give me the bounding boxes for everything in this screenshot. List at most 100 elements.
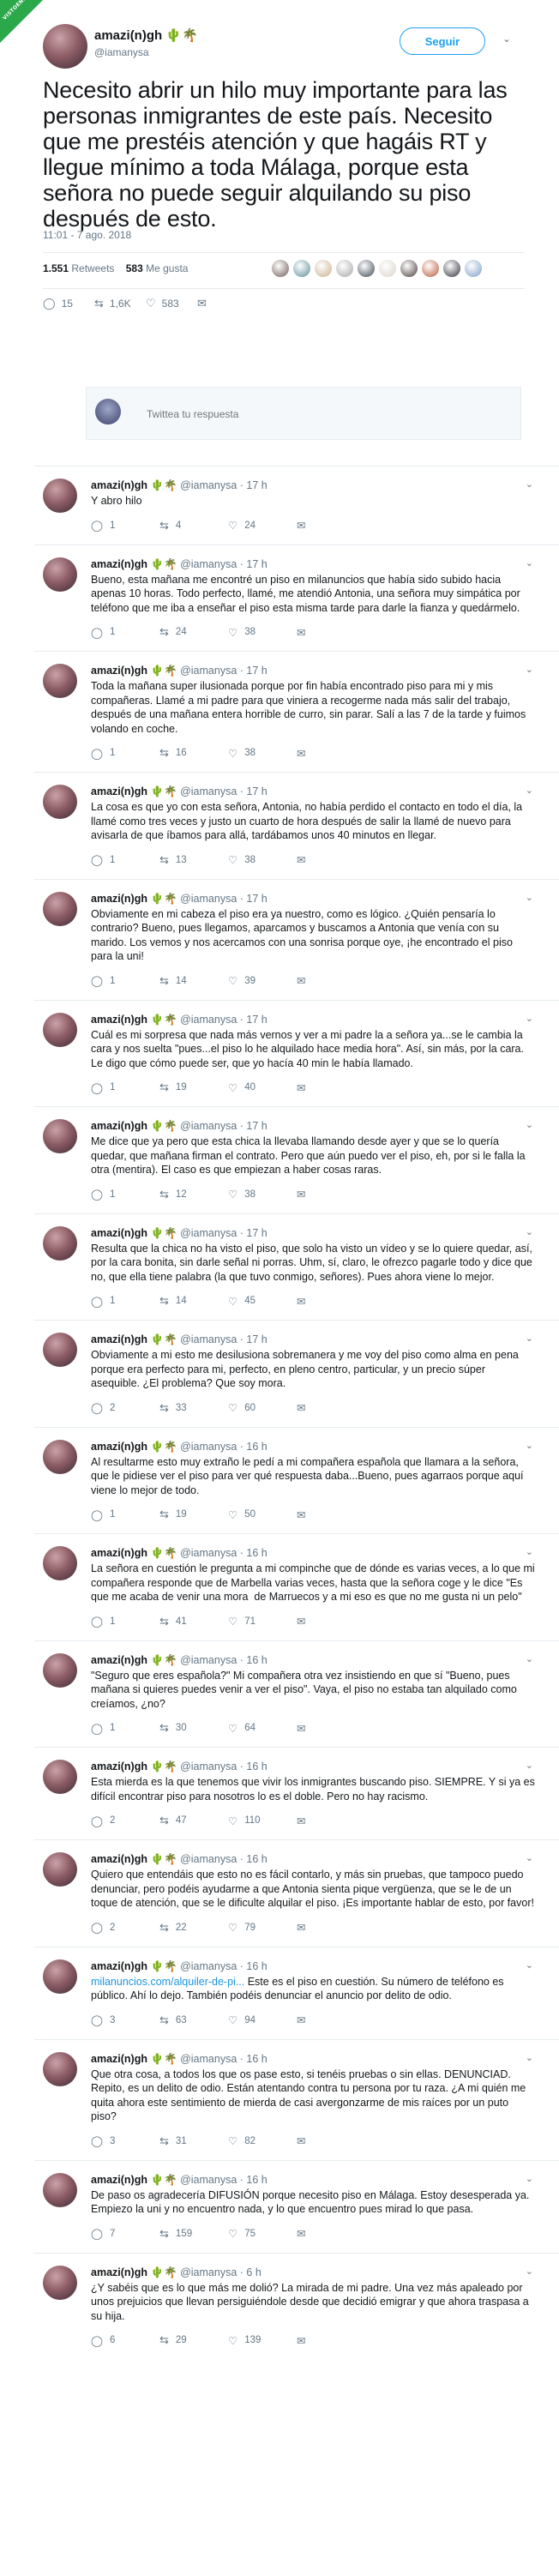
thread-tweet[interactable]: ⌄ amazi(n)gh 🌵🌴 @iamanysa · 16 h Al result… — [34, 1426, 559, 1534]
author-avatar[interactable] — [43, 664, 77, 698]
liker-avatar[interactable] — [421, 259, 440, 278]
reply-action[interactable]: ◯ 1 — [91, 853, 159, 867]
tweet-time[interactable]: 16 h — [246, 1853, 267, 1865]
chevron-down-icon[interactable]: ⌄ — [526, 2052, 533, 2063]
retweet-action[interactable]: ⇆ 1,6K — [94, 297, 146, 310]
tweet-time[interactable]: 17 h — [246, 665, 267, 677]
thread-tweet[interactable]: ⌄ amazi(n)gh 🌵🌴 @iamanysa · 17 h Obviament… — [34, 878, 559, 1000]
thread-tweet[interactable]: ⌄ amazi(n)gh 🌵🌴 @iamanysa · 16 h De paso o… — [34, 2159, 559, 2253]
author-avatar[interactable] — [43, 478, 77, 513]
thread-tweet[interactable]: ⌄ amazi(n)gh 🌵🌴 @iamanysa · 17 h Me dice q… — [34, 1106, 559, 1213]
direct-message-action[interactable]: ✉ — [297, 1814, 322, 1827]
reply-action[interactable]: ◯ 1 — [91, 1080, 159, 1094]
author-avatar[interactable] — [43, 1852, 77, 1887]
chevron-down-icon[interactable]: ⌄ — [526, 892, 533, 903]
reply-action[interactable]: ◯ 6 — [91, 2333, 159, 2347]
reply-action[interactable]: ◯ 1 — [91, 1188, 159, 1201]
chevron-down-icon[interactable]: ⌄ — [526, 1852, 533, 1863]
like-action[interactable]: ♡ 75 — [228, 2227, 297, 2241]
direct-message-action[interactable]: ✉ — [297, 2227, 322, 2241]
direct-message-action[interactable]: ✉ — [297, 1294, 322, 1308]
direct-message-action[interactable]: ✉ — [297, 2333, 322, 2347]
chevron-down-icon[interactable]: ⌄ — [526, 664, 533, 675]
retweet-action[interactable]: ⇆ 14 — [159, 974, 228, 988]
tweet-time[interactable]: 17 h — [246, 479, 267, 491]
reply-action[interactable]: ◯ 1 — [91, 519, 159, 533]
direct-message-action[interactable]: ✉ — [297, 1921, 322, 1935]
author-name[interactable]: amazi(n)gh — [91, 1654, 147, 1666]
author-name[interactable]: amazi(n)gh — [91, 1960, 147, 1972]
tweet-time[interactable]: 16 h — [246, 1547, 267, 1559]
author-name[interactable]: amazi(n)gh — [91, 2174, 147, 2186]
author-avatar[interactable] — [43, 1119, 77, 1153]
author-handle[interactable]: @iamanysa — [180, 785, 237, 797]
liker-avatar[interactable] — [357, 259, 376, 278]
tweet-time[interactable]: 16 h — [246, 2174, 267, 2186]
author-handle[interactable]: @iamanysa — [180, 1960, 237, 1972]
thread-tweet[interactable]: ⌄ amazi(n)gh 🌵🌴 @iamanysa · 16 h Que otra … — [34, 2038, 559, 2160]
thread-tweet[interactable]: ⌄ amazi(n)gh 🌵🌴 @iamanysa · 16 h "Seguro q… — [34, 1640, 559, 1748]
thread-tweet[interactable]: ⌄ amazi(n)gh 🌵🌴 @iamanysa · 16 h milanunci… — [34, 1946, 559, 2039]
like-action[interactable]: ♡ 24 — [228, 519, 297, 533]
thread-tweet[interactable]: ⌄ amazi(n)gh 🌵🌴 @iamanysa · 16 h La señora… — [34, 1533, 559, 1640]
like-action[interactable]: ♡ 82 — [228, 2134, 297, 2148]
author-handle[interactable]: @iamanysa — [180, 1654, 237, 1666]
chevron-down-icon[interactable]: ⌄ — [526, 1119, 533, 1130]
retweet-action[interactable]: ⇆ 47 — [159, 1814, 228, 1827]
author-avatar[interactable] — [43, 2265, 77, 2300]
likes-count[interactable]: 583 — [126, 262, 143, 274]
retweets-count[interactable]: 1.551 — [43, 262, 69, 274]
author-avatar[interactable] — [43, 1012, 77, 1047]
retweet-action[interactable]: ⇆ 159 — [159, 2227, 228, 2241]
tweet-time[interactable]: 17 h — [246, 1333, 267, 1345]
author-handle[interactable]: @iamanysa — [180, 1441, 237, 1453]
author-avatar[interactable] — [43, 2051, 77, 2086]
chevron-down-icon[interactable]: ⌄ — [526, 1546, 533, 1557]
direct-message-action[interactable]: ✉ — [297, 1721, 322, 1735]
author-handle[interactable]: @iamanysa — [180, 665, 237, 677]
retweet-action[interactable]: ⇆ 19 — [159, 1080, 228, 1094]
author-name[interactable]: amazi(n)gh — [91, 893, 147, 905]
retweet-action[interactable]: ⇆ 63 — [159, 2013, 228, 2027]
retweet-action[interactable]: ⇆ 14 — [159, 1294, 228, 1308]
tweet-time[interactable]: 17 h — [246, 1227, 267, 1239]
author-handle[interactable]: @iamanysa — [180, 1014, 237, 1026]
reply-action[interactable]: ◯ 15 — [43, 297, 94, 310]
reply-input[interactable] — [147, 403, 507, 425]
author-handle[interactable]: @iamanysa — [94, 46, 149, 58]
chevron-down-icon[interactable]: ⌄ — [526, 1333, 533, 1344]
author-name[interactable]: amazi(n)gh — [91, 1014, 147, 1026]
chevron-down-icon[interactable]: ⌄ — [526, 557, 533, 569]
like-action[interactable]: ♡ 39 — [228, 974, 297, 988]
likes-label[interactable]: Me gusta — [146, 262, 188, 274]
reply-action[interactable]: ◯ 2 — [91, 1921, 159, 1935]
retweet-action[interactable]: ⇆ 12 — [159, 1188, 228, 1201]
retweet-action[interactable]: ⇆ 30 — [159, 1721, 228, 1735]
thread-tweet[interactable]: ⌄ amazi(n)gh 🌵🌴 @iamanysa · 16 h Esta mier… — [34, 1747, 559, 1839]
reply-action[interactable]: ◯ 2 — [91, 1401, 159, 1415]
thread-tweet[interactable]: ⌄ amazi(n)gh 🌵🌴 @iamanysa · 17 h Resulta q… — [34, 1213, 559, 1321]
author-avatar[interactable] — [43, 891, 77, 926]
chevron-down-icon[interactable]: ⌄ — [526, 1760, 533, 1771]
tweet-time[interactable]: 16 h — [246, 1960, 267, 1972]
chevron-down-icon[interactable]: ⌄ — [526, 1959, 533, 1971]
author-avatar[interactable] — [43, 1546, 77, 1580]
like-action[interactable]: ♡ 38 — [228, 746, 297, 760]
author-name[interactable]: amazi(n)gh — [91, 558, 147, 570]
thread-tweet[interactable]: ⌄ amazi(n)gh 🌵🌴 @iamanysa · 16 h Quiero qu… — [34, 1839, 559, 1947]
direct-message-action[interactable]: ✉ — [297, 1401, 322, 1415]
retweets-label[interactable]: Retweets — [71, 262, 114, 274]
author-name[interactable]: amazi(n)gh — [91, 665, 147, 677]
author-name[interactable]: amazi(n)gh — [91, 785, 147, 797]
author-handle[interactable]: @iamanysa — [180, 1227, 237, 1239]
tweet-time[interactable]: 17 h — [246, 558, 267, 570]
chevron-down-icon[interactable]: ⌄ — [502, 33, 511, 45]
thread-tweet[interactable]: ⌄ amazi(n)gh 🌵🌴 @iamanysa · 17 h La cosa e… — [34, 772, 559, 879]
author-avatar[interactable] — [43, 1760, 77, 1794]
direct-message-action[interactable]: ✉ — [297, 1615, 322, 1628]
chevron-down-icon[interactable]: ⌄ — [526, 2173, 533, 2184]
author-avatar[interactable] — [43, 2172, 77, 2207]
thread-tweet[interactable]: ⌄ amazi(n)gh 🌵🌴 @iamanysa · 17 h Cuál es m… — [34, 999, 559, 1107]
chevron-down-icon[interactable]: ⌄ — [526, 478, 533, 490]
author-avatar[interactable] — [43, 1439, 77, 1474]
